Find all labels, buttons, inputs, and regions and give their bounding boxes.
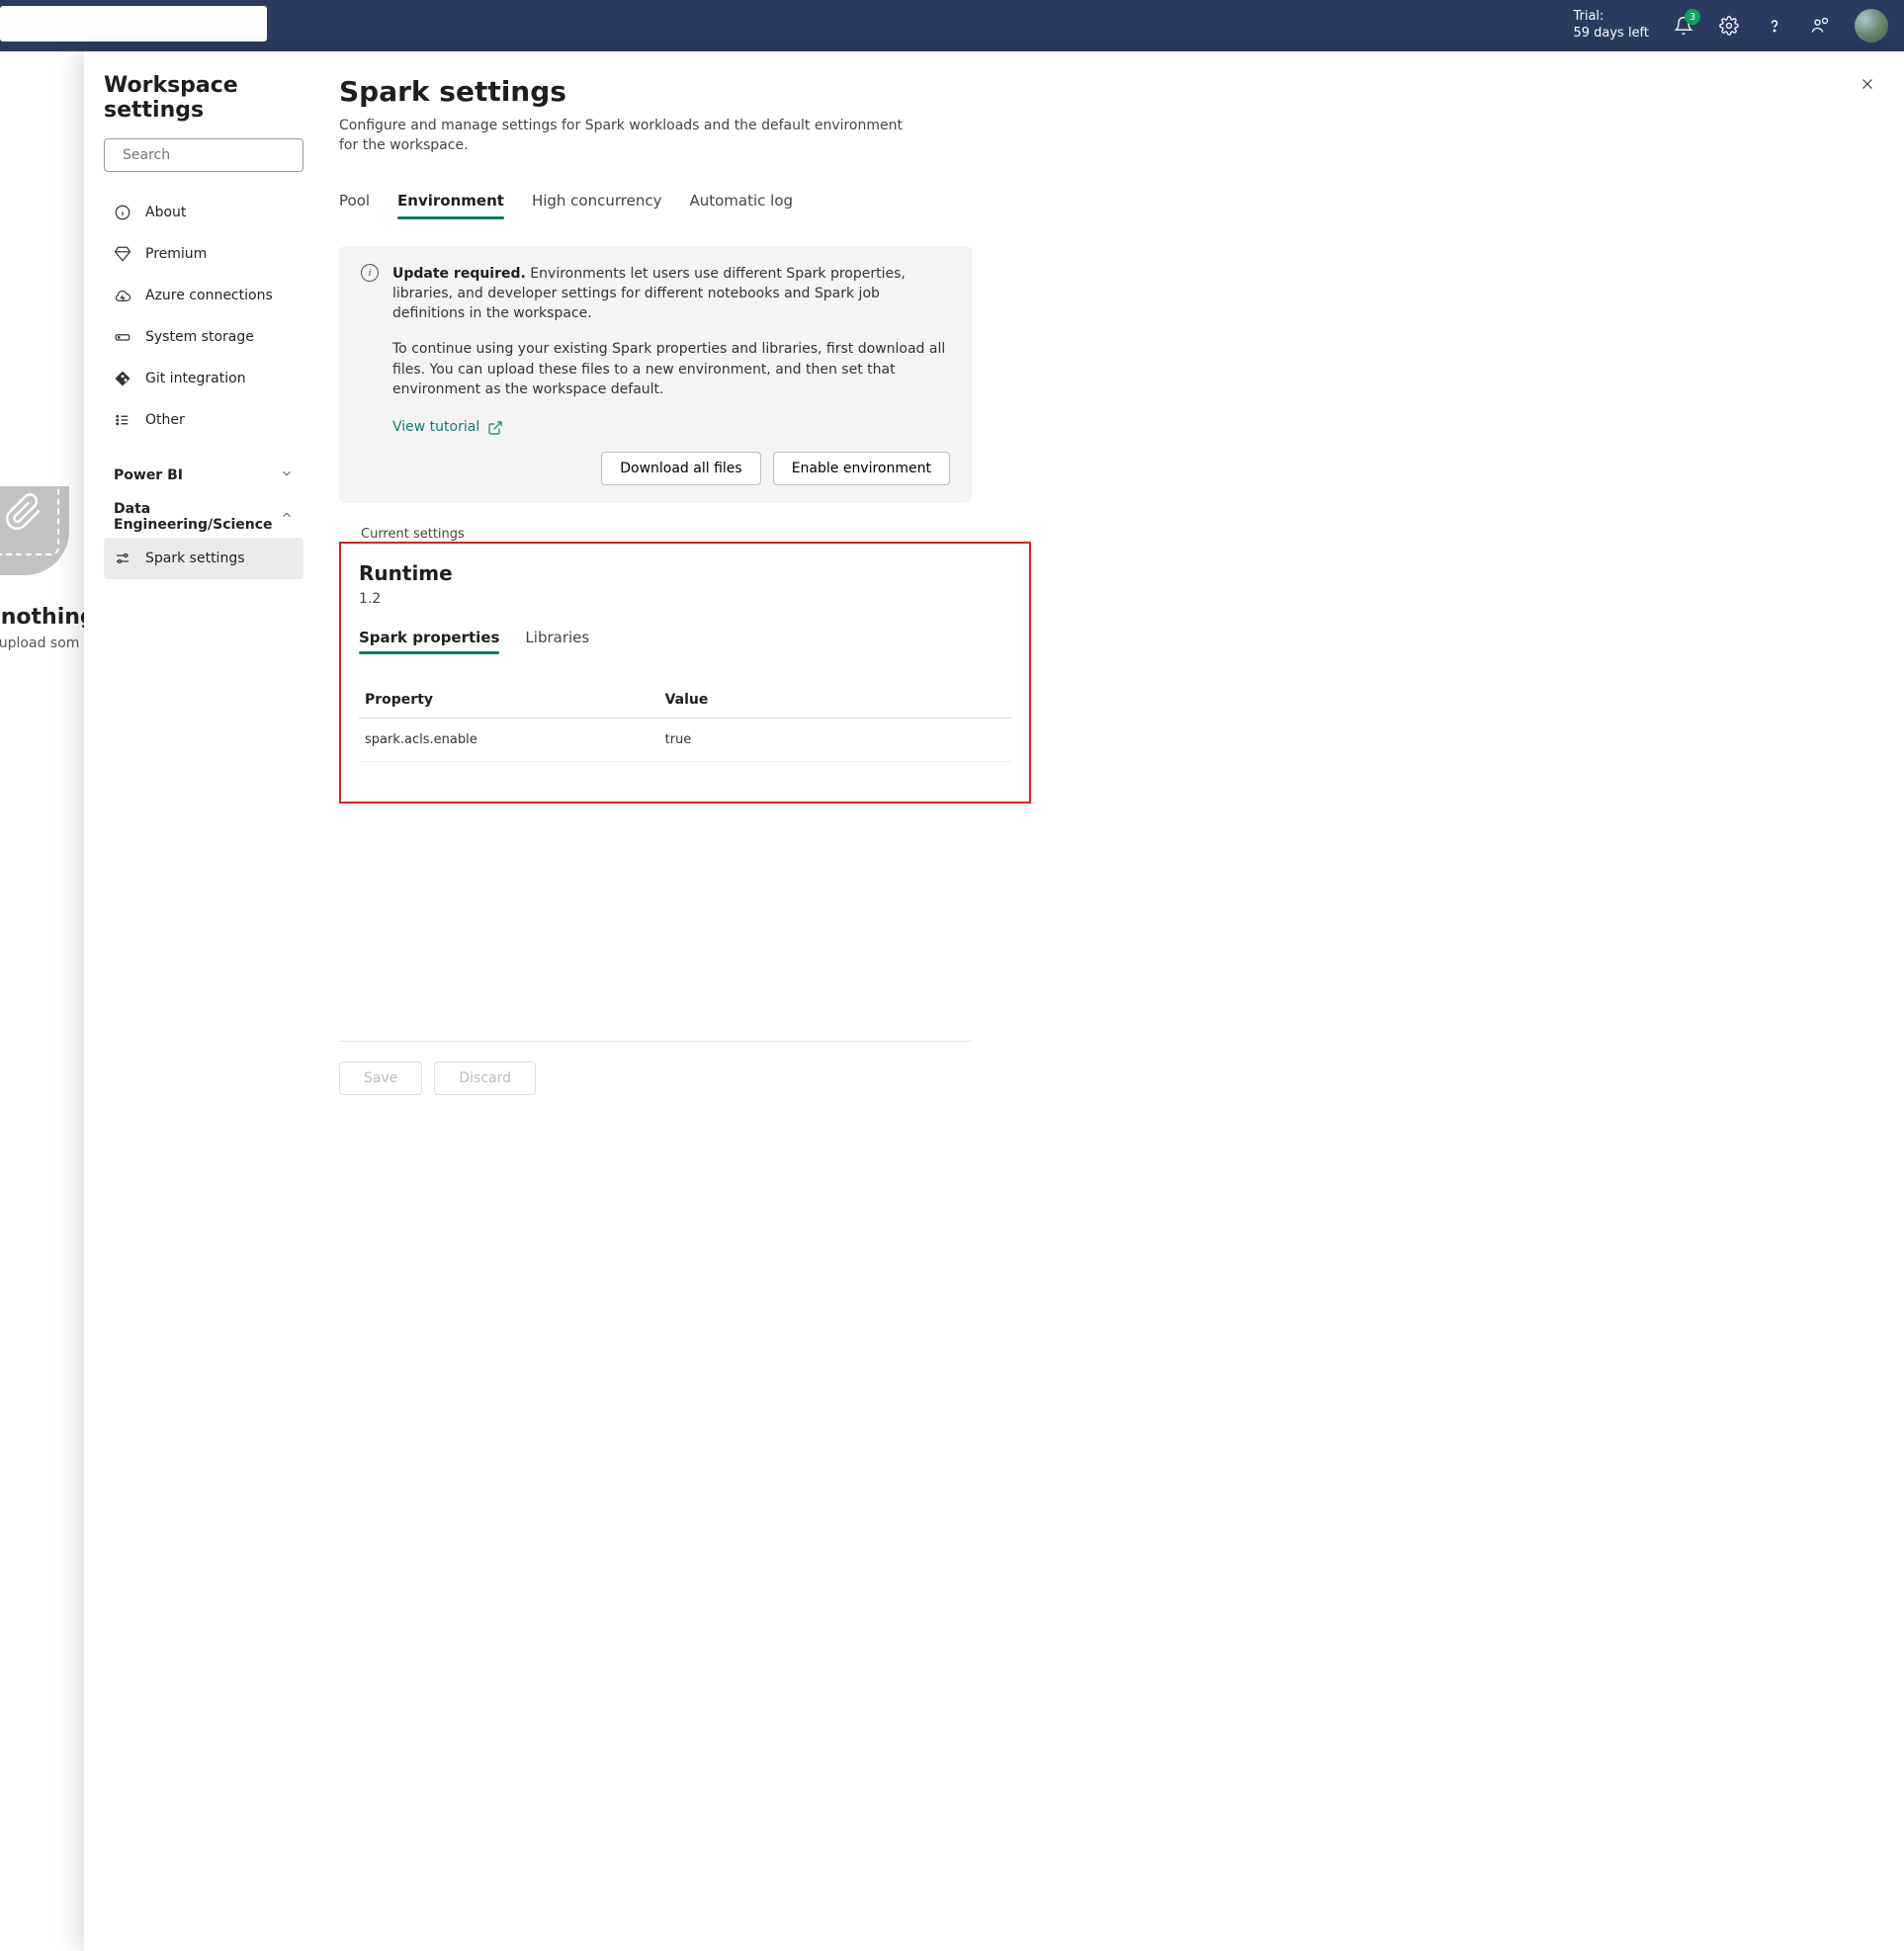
nav-label: Git integration (145, 371, 246, 386)
cell-value: true (659, 718, 1011, 761)
spark-tabs: Pool Environment High concurrency Automa… (339, 192, 1864, 220)
settings-gear-icon[interactable] (1718, 15, 1740, 37)
info-bold: Update required. (392, 266, 526, 282)
sliders-icon (114, 550, 131, 567)
nav-about[interactable]: About (104, 192, 303, 233)
save-button: Save (339, 1061, 422, 1095)
col-value: Value (659, 682, 1011, 719)
top-bar: Trial: 59 days left 3 (0, 0, 1904, 51)
nav-other[interactable]: Other (104, 399, 303, 441)
nav-label: Azure connections (145, 288, 273, 303)
trial-line2: 59 days left (1573, 26, 1649, 42)
main-content: Spark settings Configure and manage sett… (311, 51, 1904, 1951)
diamond-icon (114, 245, 131, 263)
cloud-icon (114, 287, 131, 304)
settings-sidebar: Workspace settings About Premium Azure c… (84, 51, 311, 1951)
list-icon (114, 411, 131, 429)
empty-state-heading: s nothing (0, 605, 96, 630)
view-tutorial-link[interactable]: View tutorial (392, 417, 503, 437)
settings-search[interactable] (104, 138, 303, 172)
info-icon (114, 204, 131, 221)
help-icon[interactable] (1764, 15, 1785, 37)
notifications-icon[interactable]: 3 (1673, 15, 1694, 37)
nav-system-storage[interactable]: System storage (104, 316, 303, 358)
tab-high-concurrency[interactable]: High concurrency (532, 192, 662, 219)
external-link-icon (487, 420, 503, 436)
git-icon (114, 370, 131, 387)
page-description: Configure and manage settings for Spark … (339, 116, 912, 156)
chevron-up-icon (280, 508, 294, 526)
runtime-version: 1.2 (359, 591, 1011, 607)
nav-azure-connections[interactable]: Azure connections (104, 275, 303, 316)
panel-title: Workspace settings (104, 73, 303, 123)
section-label: Data Engineering/Science (114, 501, 272, 533)
tab-pool[interactable]: Pool (339, 192, 370, 219)
discard-button: Discard (434, 1061, 536, 1095)
empty-state-subtext: or upload som (0, 636, 96, 651)
enable-environment-button[interactable]: Enable environment (773, 452, 950, 485)
user-avatar[interactable] (1855, 9, 1888, 42)
view-tutorial-label: View tutorial (392, 417, 479, 437)
info-icon: i (361, 264, 379, 282)
spark-properties-table: Property Value spark.acls.enable true (359, 682, 1011, 762)
runtime-highlight-box: Runtime 1.2 Spark properties Libraries P… (339, 542, 1031, 804)
chevron-down-icon (280, 467, 294, 484)
nav-section-powerbi[interactable]: Power BI (104, 455, 303, 496)
person-feedback-icon[interactable] (1809, 15, 1831, 37)
update-required-info: i Update required. Environments let user… (339, 246, 972, 503)
cell-property: spark.acls.enable (359, 718, 659, 761)
download-all-files-button[interactable]: Download all files (601, 452, 760, 485)
footer-actions: Save Discard (339, 1041, 972, 1095)
nav-premium[interactable]: Premium (104, 233, 303, 275)
attach-placeholder-icon (0, 486, 69, 575)
runtime-subtabs: Spark properties Libraries (359, 629, 1011, 654)
nav-spark-settings[interactable]: Spark settings (104, 538, 303, 579)
tab-automatic-log[interactable]: Automatic log (689, 192, 793, 219)
nav-label: Premium (145, 246, 207, 262)
trial-status: Trial: 59 days left (1573, 9, 1649, 42)
current-settings-label: Current settings (361, 527, 1864, 542)
table-row: spark.acls.enable true (359, 718, 1011, 761)
nav-label: Other (145, 412, 185, 428)
workspace-settings-panel: Workspace settings About Premium Azure c… (84, 51, 1904, 1951)
settings-search-input[interactable] (123, 147, 295, 163)
notifications-badge: 3 (1685, 9, 1700, 25)
nav-label: System storage (145, 329, 254, 345)
storage-icon (114, 328, 131, 346)
nav-section-data-engineering[interactable]: Data Engineering/Science (104, 496, 303, 538)
subtab-spark-properties[interactable]: Spark properties (359, 629, 499, 654)
close-button[interactable] (1859, 75, 1876, 97)
runtime-title: Runtime (359, 561, 1011, 585)
nav-git-integration[interactable]: Git integration (104, 358, 303, 399)
tab-environment[interactable]: Environment (397, 192, 504, 219)
nav-label: About (145, 205, 186, 220)
trial-line1: Trial: (1573, 9, 1649, 26)
page-title: Spark settings (339, 75, 1864, 108)
section-label: Power BI (114, 467, 183, 483)
col-property: Property (359, 682, 659, 719)
info-text2: To continue using your existing Spark pr… (392, 339, 950, 399)
subtab-libraries[interactable]: Libraries (525, 629, 589, 654)
nav-label: Spark settings (145, 551, 245, 566)
global-search-input[interactable] (0, 6, 267, 42)
